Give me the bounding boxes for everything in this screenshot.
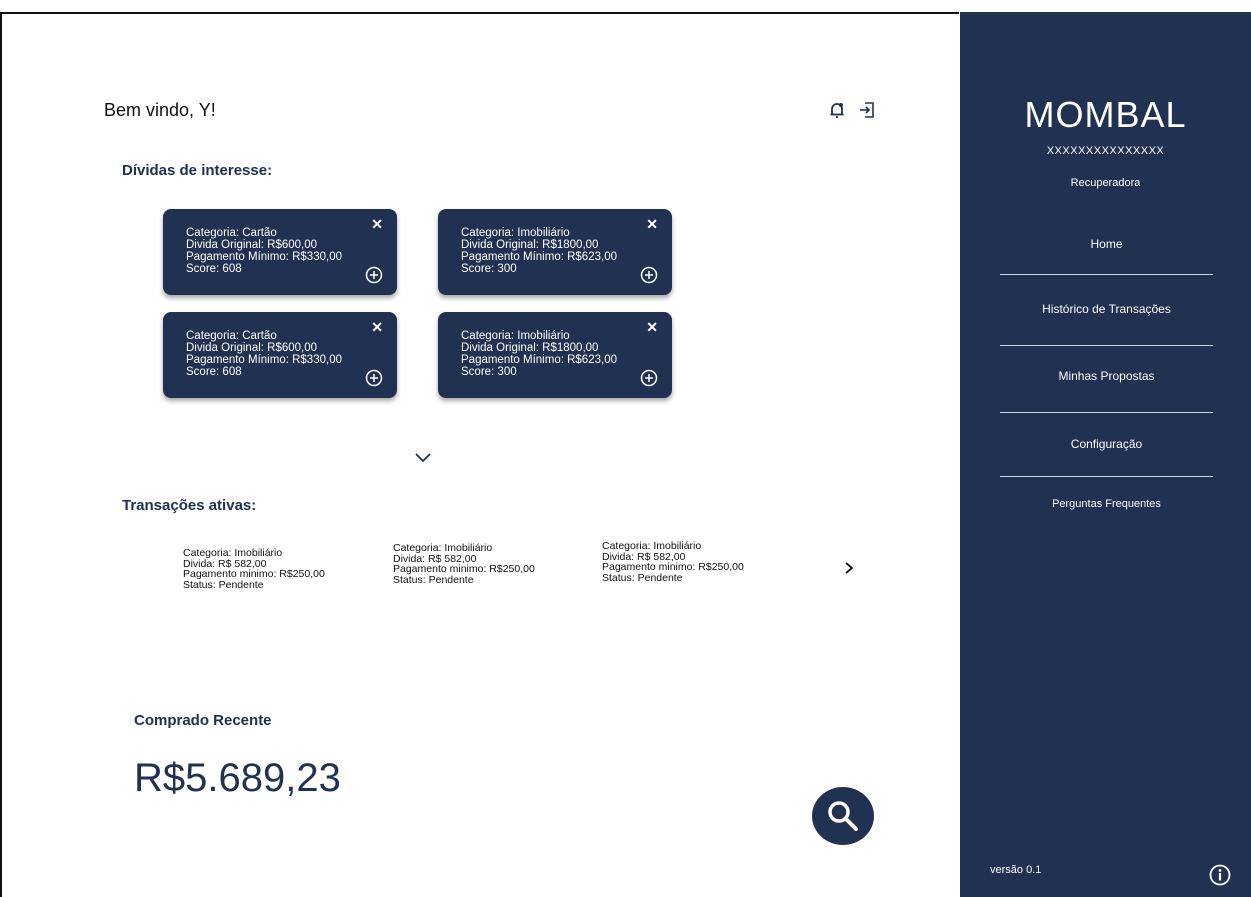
debt-card-original: Divida Original: R$1800,00 <box>461 239 599 251</box>
add-circle-icon[interactable] <box>365 369 383 387</box>
chevron-down-icon[interactable] <box>413 450 433 464</box>
version-label: versão 0.1 <box>990 864 1042 876</box>
debt-card-category: Categoria: Imobiliário <box>461 330 570 342</box>
debt-card-category: Categoria: Cartão <box>186 330 277 342</box>
debt-card-minimum: Pagamento Mínimo: R$623,00 <box>461 354 617 366</box>
transaction-category: Categoria: Imobiliário <box>183 547 283 559</box>
nav-divider <box>1000 412 1213 413</box>
transaction-category: Categoria: Imobiliário <box>393 542 493 554</box>
debt-card-original: Divida Original: R$1800,00 <box>461 342 599 354</box>
transaction-minimum: Pagamento minimo: R$250,00 <box>393 563 535 575</box>
transaction-status: Status: Pendente <box>183 578 264 591</box>
nav-item-my-proposals[interactable]: Minhas Propostas <box>1000 369 1213 383</box>
debt-card-minimum: Pagamento Mínimo: R$330,00 <box>186 354 342 366</box>
user-role: Recuperadora <box>1070 177 1141 189</box>
logout-icon[interactable] <box>858 101 876 119</box>
brand-logo: MOMBAL <box>1024 94 1187 135</box>
transaction-item[interactable]: Categoria: Imobiliário Divida: R$ 582,00… <box>393 543 535 585</box>
debt-card-score: Score: 608 <box>186 366 242 378</box>
account-id: XXXXXXXXXXXXXXX <box>1046 145 1165 157</box>
debt-card[interactable]: Categoria: Cartão Divida Original: R$600… <box>163 209 397 295</box>
search-icon <box>828 801 858 831</box>
debt-card-original: Divida Original: R$600,00 <box>186 342 318 354</box>
debt-card[interactable]: Categoria: Imobiliário Divida Original: … <box>438 209 672 295</box>
debt-card-category: Categoria: Cartão <box>186 227 277 239</box>
transaction-minimum: Pagamento minimo: R$250,00 <box>602 561 744 573</box>
debt-card-original: Divida Original: R$600,00 <box>186 239 318 251</box>
add-circle-icon[interactable] <box>640 266 658 284</box>
transaction-status: Status: Pendente <box>393 573 474 586</box>
debt-card-score: Score: 300 <box>461 263 517 275</box>
transaction-category: Categoria: Imobiliário <box>602 540 702 552</box>
debt-card-details: Categoria: Imobiliário Divida Original: … <box>461 330 617 378</box>
nav-divider <box>1000 476 1213 477</box>
debt-card-details: Categoria: Cartão Divida Original: R$600… <box>186 330 342 378</box>
debt-card-details: Categoria: Cartão Divida Original: R$600… <box>186 227 342 275</box>
debt-card-score: Score: 300 <box>461 366 517 378</box>
debts-section-title: Dívidas de interesse: <box>122 162 273 179</box>
info-icon[interactable] <box>1209 864 1231 886</box>
debt-card-category: Categoria: Imobiliário <box>461 227 570 239</box>
nav-item-transaction-history[interactable]: Histórico de Transações <box>1000 302 1213 316</box>
close-icon[interactable]: ✕ <box>371 320 383 334</box>
transaction-minimum: Pagamento minimo: R$250,00 <box>183 568 325 580</box>
recent-purchase-title: Comprado Recente <box>134 712 272 729</box>
close-icon[interactable]: ✕ <box>371 217 383 231</box>
debt-card-details: Categoria: Imobiliário Divida Original: … <box>461 227 617 275</box>
nav-divider <box>1000 345 1213 346</box>
search-button[interactable] <box>812 787 874 845</box>
nav-item-faq[interactable]: Perguntas Frequentes <box>1000 498 1213 510</box>
add-circle-icon[interactable] <box>640 369 658 387</box>
transaction-item[interactable]: Categoria: Imobiliário Divida: R$ 582,00… <box>602 541 744 583</box>
debt-card-minimum: Pagamento Mínimo: R$330,00 <box>186 251 342 263</box>
bell-icon[interactable] <box>828 101 846 119</box>
nav-item-home[interactable]: Home <box>1000 237 1213 251</box>
nav-item-settings[interactable]: Configuração <box>1000 437 1213 451</box>
close-icon[interactable]: ✕ <box>646 217 658 231</box>
transaction-status: Status: Pendente <box>602 571 683 584</box>
transaction-item[interactable]: Categoria: Imobiliário Divida: R$ 582,00… <box>183 548 325 590</box>
debt-card-minimum: Pagamento Mínimo: R$623,00 <box>461 251 617 263</box>
recent-purchase-amount: R$5.689,23 <box>134 756 341 800</box>
sidebar: MOMBAL XXXXXXXXXXXXXXX Recuperadora Home… <box>960 12 1251 897</box>
add-circle-icon[interactable] <box>365 266 383 284</box>
debt-card-score: Score: 608 <box>186 263 242 275</box>
welcome-message: Bem vindo, Y! <box>104 100 216 120</box>
debt-card[interactable]: Categoria: Cartão Divida Original: R$600… <box>163 312 397 398</box>
chevron-right-icon[interactable] <box>844 561 854 575</box>
transactions-section-title: Transações ativas: <box>122 497 257 514</box>
debt-card[interactable]: Categoria: Imobiliário Divida Original: … <box>438 312 672 398</box>
close-icon[interactable]: ✕ <box>646 320 658 334</box>
nav-divider <box>1000 274 1213 275</box>
